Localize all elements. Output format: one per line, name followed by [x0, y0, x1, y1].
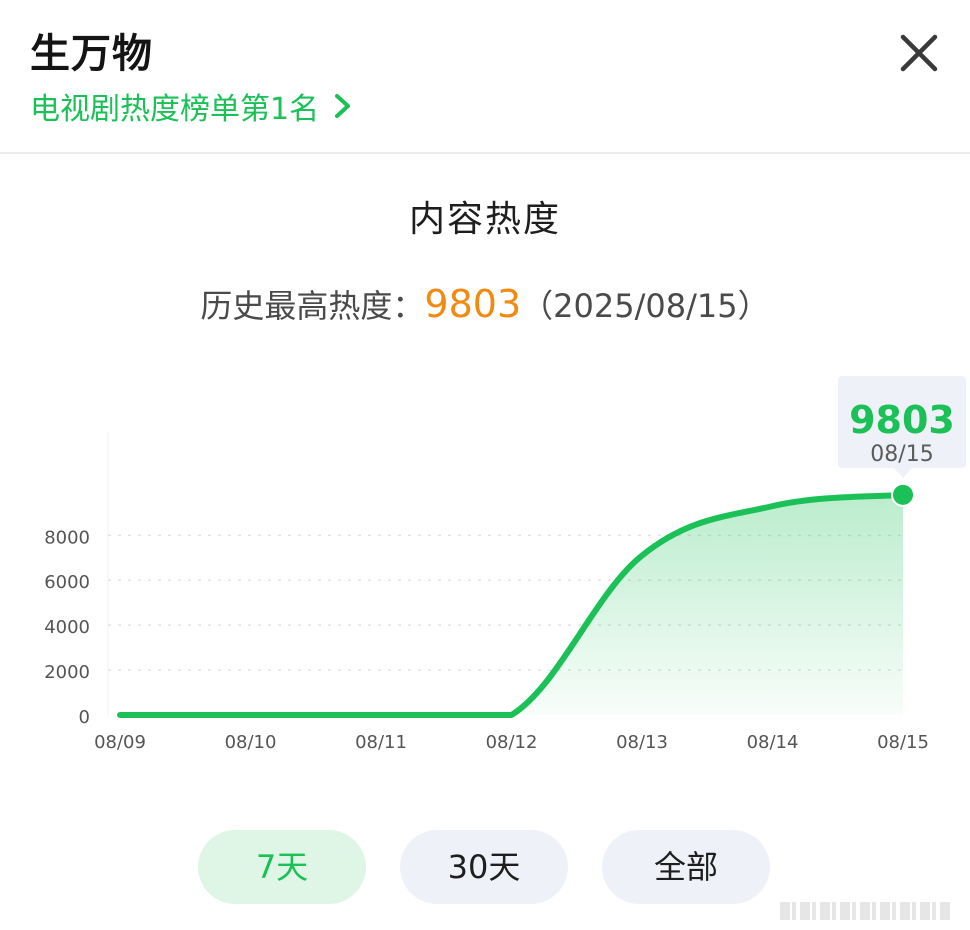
- x-tick-label: 08/13: [616, 732, 668, 753]
- watermark-bars-icon: [780, 902, 950, 920]
- tooltip-value: 9803: [849, 398, 955, 442]
- y-tick-label: 4000: [44, 617, 90, 638]
- peak-data-point[interactable]: [891, 482, 915, 507]
- x-tick-label: 08/12: [486, 732, 538, 753]
- x-tick-label: 08/15: [877, 732, 929, 753]
- x-tick-label: 08/10: [225, 732, 277, 753]
- y-tick-label: 6000: [44, 572, 90, 593]
- heat-area-fill: [120, 494, 903, 715]
- x-tick-label: 08/09: [94, 732, 146, 753]
- peak-tooltip: 9803 08/15: [838, 376, 966, 468]
- heat-chart: 0 2000 4000 6000 8000 08/09 08/10 08/11 08/12 08…: [44, 432, 929, 753]
- y-tick-label: 8000: [44, 527, 90, 548]
- tooltip-pointer: [894, 468, 912, 478]
- x-tick-label: 08/11: [355, 732, 407, 753]
- y-tick-label: 0: [79, 707, 90, 728]
- range-7-days-button[interactable]: 7天: [198, 830, 366, 904]
- range-30-days-button[interactable]: 30天: [400, 830, 568, 904]
- tooltip-date: 08/15: [870, 442, 934, 467]
- y-tick-label: 2000: [44, 662, 90, 683]
- range-all-button[interactable]: 全部: [602, 830, 770, 904]
- heat-panel: 生万物 电视剧热度榜单第1名 内容热度 历史最高热度：9803（2025/08/…: [0, 0, 970, 930]
- x-tick-label: 08/14: [747, 732, 799, 753]
